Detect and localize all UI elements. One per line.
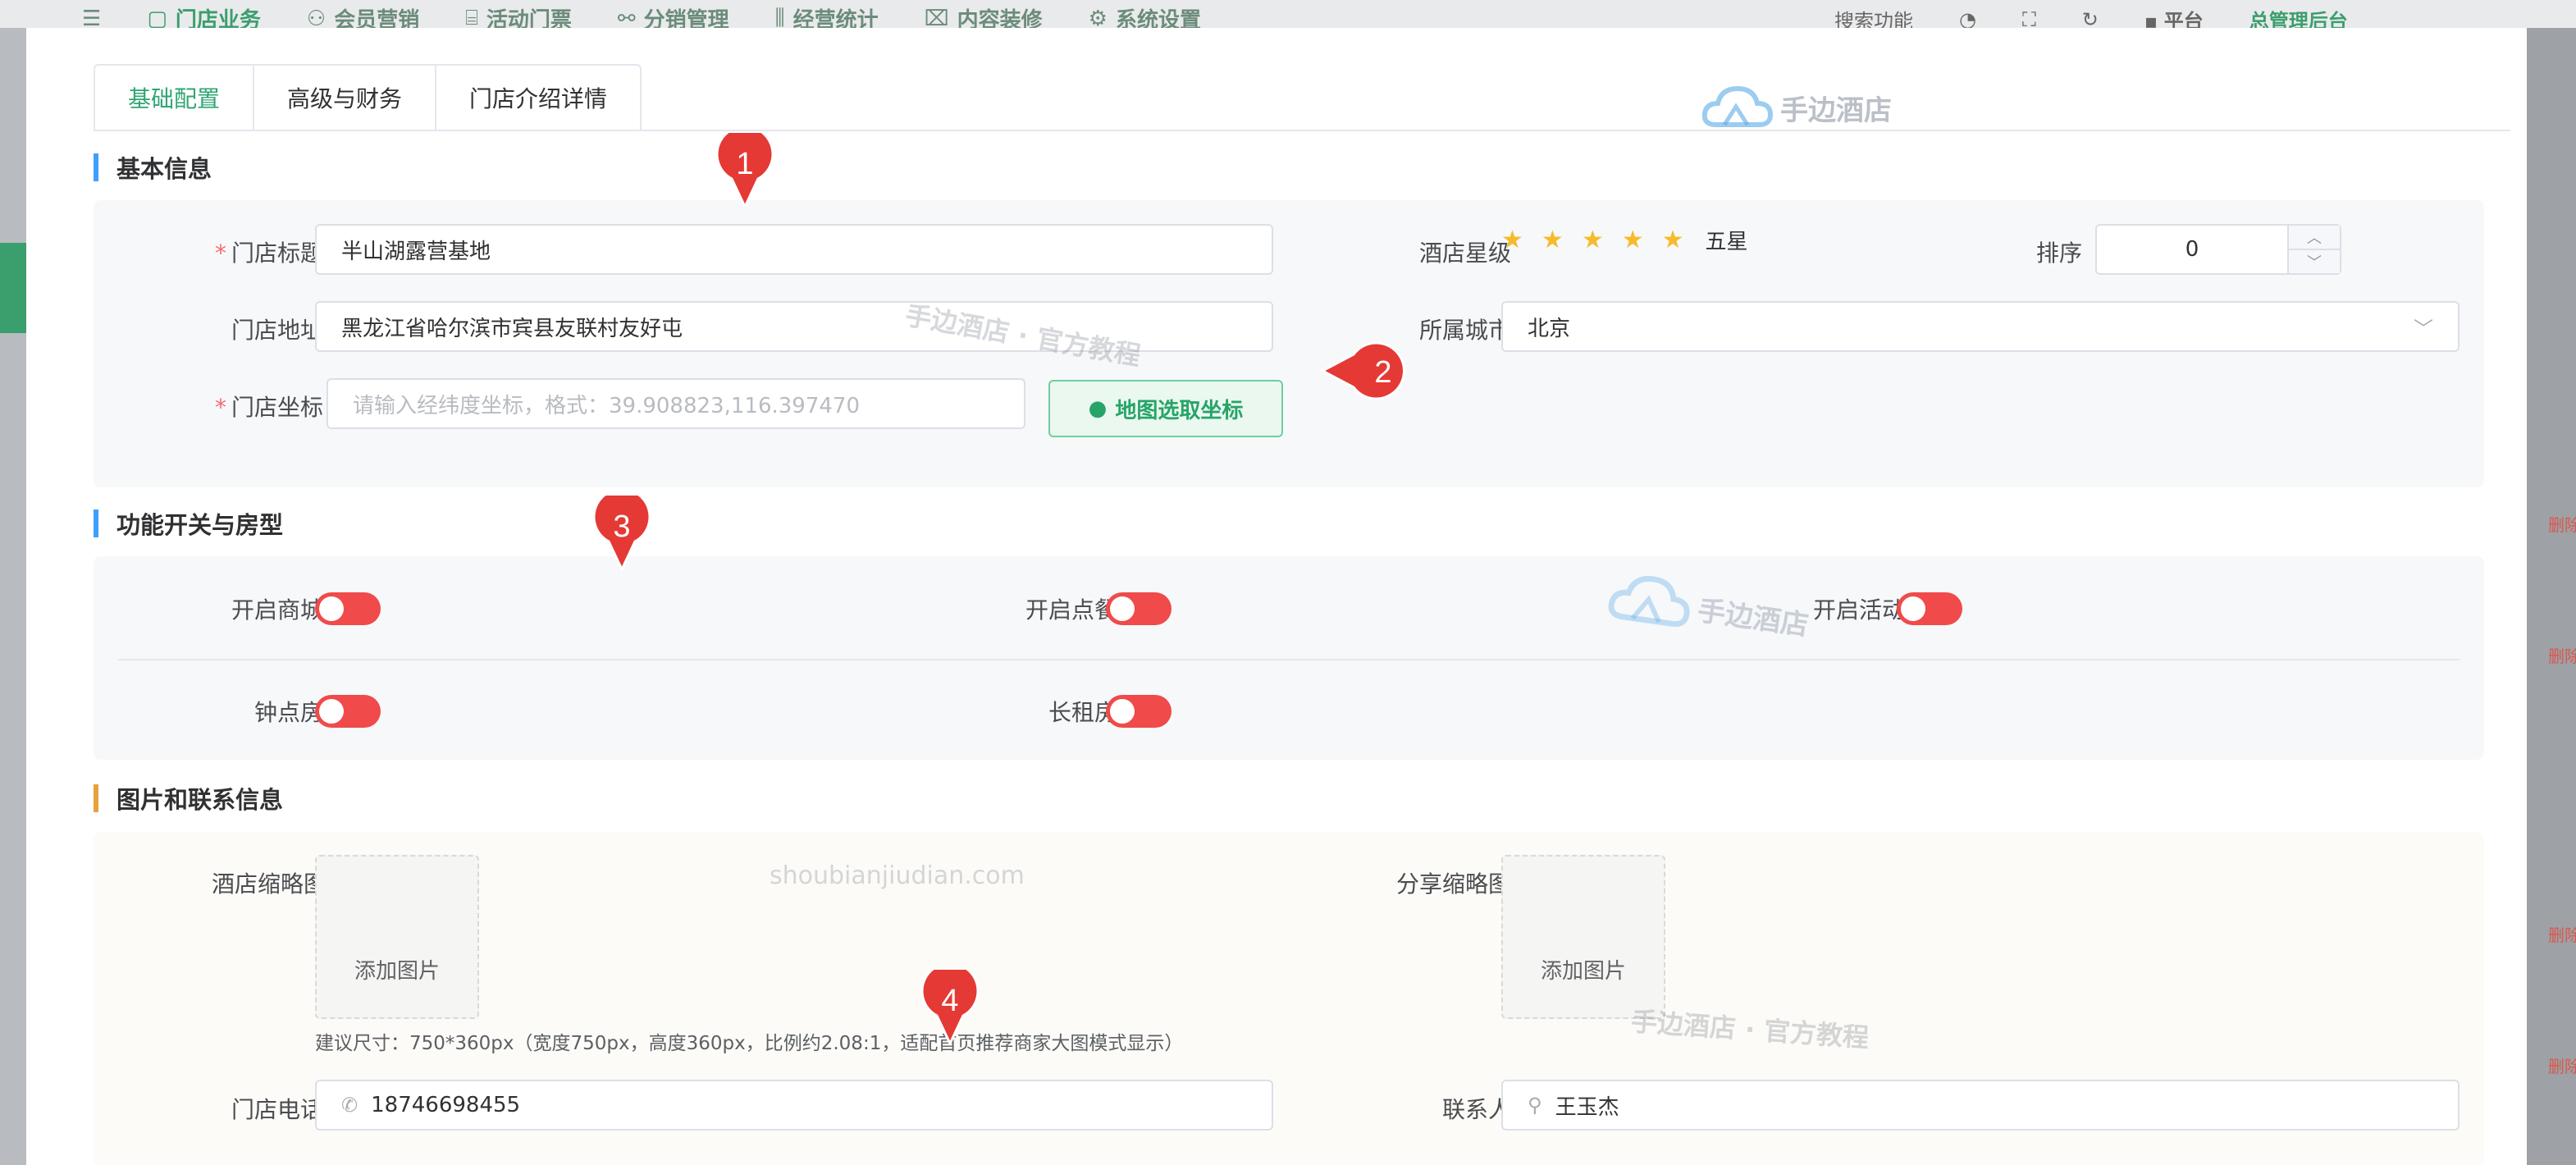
annotation-marker-4: 4 [920,970,980,1045]
background-topbar: ☰ ▢ 门店业务 ⚇ 会员营销 ⌸ 活动门票 ⚯ 分销管理 ⫼ 经营统计 ⌧ 内… [0,0,2576,33]
toggle-label-mall: 开启商城 [231,596,323,624]
star-rating[interactable]: ★ ★ ★ ★ ★ 五星 [1501,225,1748,255]
star-rating-text: 五星 [1705,230,1748,254]
toggle-label-hourly-room: 钟点房 [253,699,323,726]
svg-text:1: 1 [736,147,753,181]
sort-label: 排序 [2035,240,2082,267]
toggle-long-rent[interactable] [1106,695,1172,728]
share-thumb-upload[interactable]: 添加图片 [1501,855,1665,1019]
increment-icon[interactable]: ︿ [2289,226,2340,250]
share-thumb-label: 分享缩略图 [1395,870,1511,898]
sort-number-input[interactable]: 0 ︿ ﹀ [2095,224,2341,275]
contact-label: 联系人 [1441,1096,1511,1123]
watermark-domain: shoubianjiudian.com [770,861,1025,890]
toggle-dining[interactable] [1106,592,1172,625]
user-icon: ⚲ [1528,1094,1542,1117]
contact-input[interactable]: ⚲ 王玉杰 [1501,1080,2460,1131]
section-title-basic: 基本信息 [94,153,212,183]
bg-delete-text: 删除 [2548,646,2576,666]
store-title-input[interactable]: 半山湖露营基地 [315,224,1273,275]
tab-store-intro[interactable]: 门店介绍详情 [436,64,642,131]
annotation-marker-1: 1 [715,133,774,208]
store-phone-label: 门店电话 [231,1096,323,1123]
section-title-images: 图片和联系信息 [94,784,283,814]
annotation-marker-2: 2 [1321,341,1405,400]
annotation-marker-3: 3 [592,496,651,571]
toggle-activity[interactable] [1897,592,1962,625]
store-title-label: * 门店标题 [214,240,323,267]
bg-delete-text: 删除 [2548,925,2576,945]
features-divider [118,659,2460,660]
toggle-label-long-rent: 长租房 [1048,699,1117,726]
svg-text:3: 3 [613,509,630,544]
sort-value[interactable]: 0 [2097,226,2287,273]
bg-delete-text: 删除 [2548,1057,2576,1076]
store-phone-input[interactable]: ✆ 18746698455 [315,1080,1273,1131]
sort-stepper: ︿ ﹀ [2287,226,2340,273]
city-select[interactable]: 北京 ﹀ [1501,301,2460,352]
thumb-size-hint: 建议尺寸：750*360px（宽度750px，高度360px，比例约2.08:1… [315,1033,1184,1054]
store-address-label: 门店地址 [231,317,323,344]
star-level-label: 酒店星级 [1418,240,1511,267]
background-right-column: 删除 删除 删除 删除 [2527,28,2576,1165]
location-pin-icon: ● [1088,396,1108,421]
phone-icon: ✆ [341,1094,359,1117]
store-edit-modal: 基础配置 高级与财务 门店介绍详情 手边酒店 基本信息 * 门店标题 半山湖露营基… [26,28,2527,1165]
toggle-mall[interactable] [315,592,381,625]
toggle-label-dining: 开启点餐 [1025,596,1117,624]
tab-advanced-finance[interactable]: 高级与财务 [254,64,437,131]
cloud-logo-icon [1608,575,1690,628]
bg-delete-text: 删除 [2548,515,2576,535]
decrement-icon[interactable]: ﹀ [2289,250,2340,273]
tab-basic-config[interactable]: 基础配置 [94,64,255,131]
tab-bar: 基础配置 高级与财务 门店介绍详情 [94,64,642,131]
tab-divider [94,130,2510,131]
svg-text:4: 4 [941,984,958,1018]
store-coord-label: * 门店坐标 [214,394,323,421]
star-icon[interactable]: ★ [1582,227,1604,253]
star-icon[interactable]: ★ [1622,227,1644,253]
star-icon[interactable]: ★ [1662,227,1684,253]
toggle-hourly-room[interactable] [315,695,381,728]
hotel-thumb-label: 酒店缩略图 [211,870,327,898]
section-title-features: 功能开关与房型 [94,509,283,539]
cloud-logo-icon [1701,85,1774,127]
store-coord-input[interactable]: 请输入经纬度坐标，格式：39.908823,116.397470 [327,378,1025,429]
watermark-logo: 手边酒店 [1700,82,1892,133]
hotel-thumb-upload[interactable]: 添加图片 [315,855,479,1019]
map-pick-button[interactable]: ● 地图选取坐标 [1048,380,1283,437]
svg-text:2: 2 [1374,355,1391,390]
features-panel [94,556,2484,760]
star-icon[interactable]: ★ [1501,227,1523,253]
star-icon[interactable]: ★ [1541,227,1564,253]
chevron-down-icon: ﹀ [2414,317,2433,340]
background-sidebar [0,28,26,1165]
